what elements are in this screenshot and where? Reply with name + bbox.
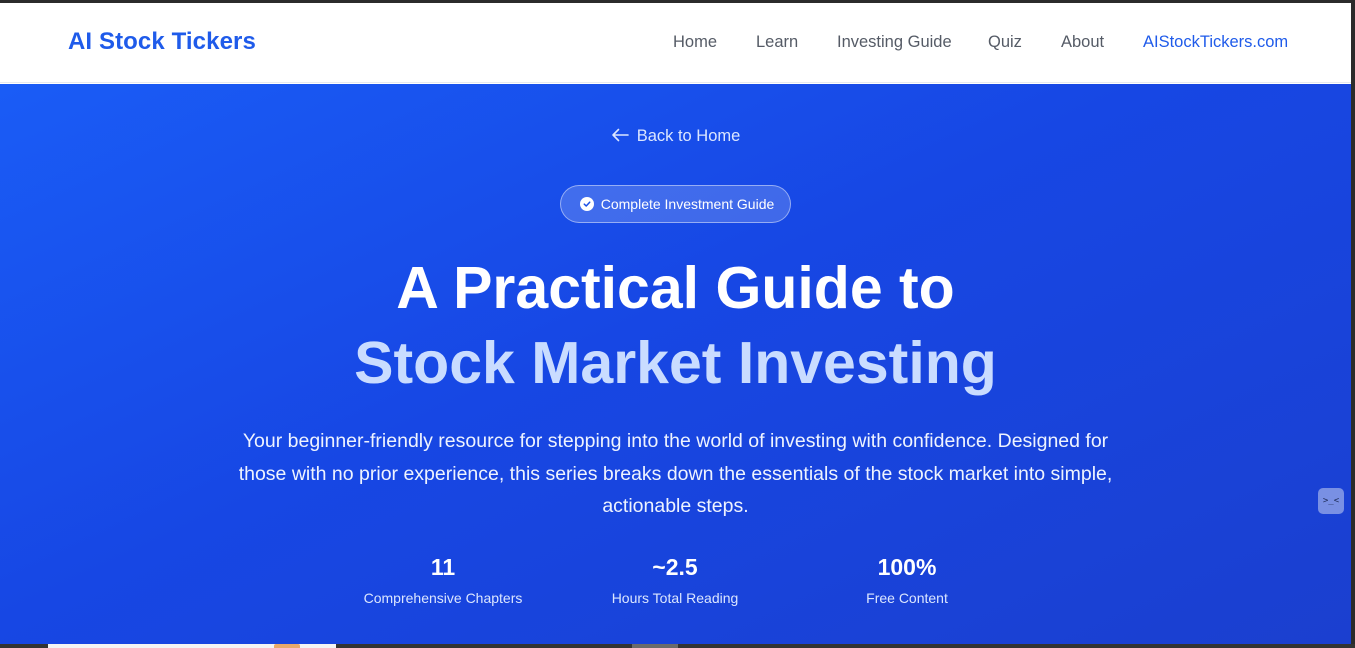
arrow-left-icon xyxy=(611,128,629,142)
nav-link-about[interactable]: About xyxy=(1061,33,1104,52)
stat-value: 100% xyxy=(877,554,937,580)
badge-wrapper: Complete Investment Guide xyxy=(0,185,1351,223)
stat-value: 11 xyxy=(430,554,456,580)
back-to-home-label: Back to Home xyxy=(636,127,741,145)
hero-title-line-2: Stock Market Investing xyxy=(354,330,997,396)
nav-link-external-site[interactable]: AIStockTickers.com xyxy=(1143,33,1288,52)
nav-links: Home Learn Investing Guide Quiz About AI… xyxy=(0,33,1351,57)
hero-description: Your beginner-friendly resource for step… xyxy=(238,430,1113,517)
check-circle-icon xyxy=(579,197,594,211)
browser-viewport: AI Stock Tickers Home Learn Investing Gu… xyxy=(0,3,1351,645)
nav-link-investing-guide[interactable]: Investing Guide xyxy=(837,33,952,52)
stat-chapters: 11 Comprehensive Chapters xyxy=(333,554,553,607)
top-navbar: AI Stock Tickers Home Learn Investing Gu… xyxy=(0,3,1351,83)
nav-link-learn[interactable]: Learn xyxy=(756,33,798,52)
stat-label: Comprehensive Chapters xyxy=(363,590,523,606)
below-fold-element xyxy=(632,644,678,648)
below-fold-avatar xyxy=(274,644,300,648)
stat-reading-time: ~2.5 Hours Total Reading xyxy=(565,554,785,607)
stat-label: Free Content xyxy=(866,590,948,606)
guide-badge: Complete Investment Guide xyxy=(559,185,792,223)
hero-title-line-1: A Practical Guide to xyxy=(396,255,955,321)
nav-link-home[interactable]: Home xyxy=(673,33,717,52)
nav-link-quiz[interactable]: Quiz xyxy=(988,33,1022,52)
guide-badge-label: Complete Investment Guide xyxy=(600,196,775,212)
stat-label: Hours Total Reading xyxy=(611,590,739,606)
stat-free-content: 100% Free Content xyxy=(797,554,1017,607)
terminal-face-icon[interactable]: >_< xyxy=(1318,488,1344,514)
stat-value: ~2.5 xyxy=(652,554,698,580)
hero-section: Back to Home Complete Investment Guide A… xyxy=(0,84,1351,645)
back-to-home-link[interactable]: Back to Home xyxy=(0,127,1351,146)
